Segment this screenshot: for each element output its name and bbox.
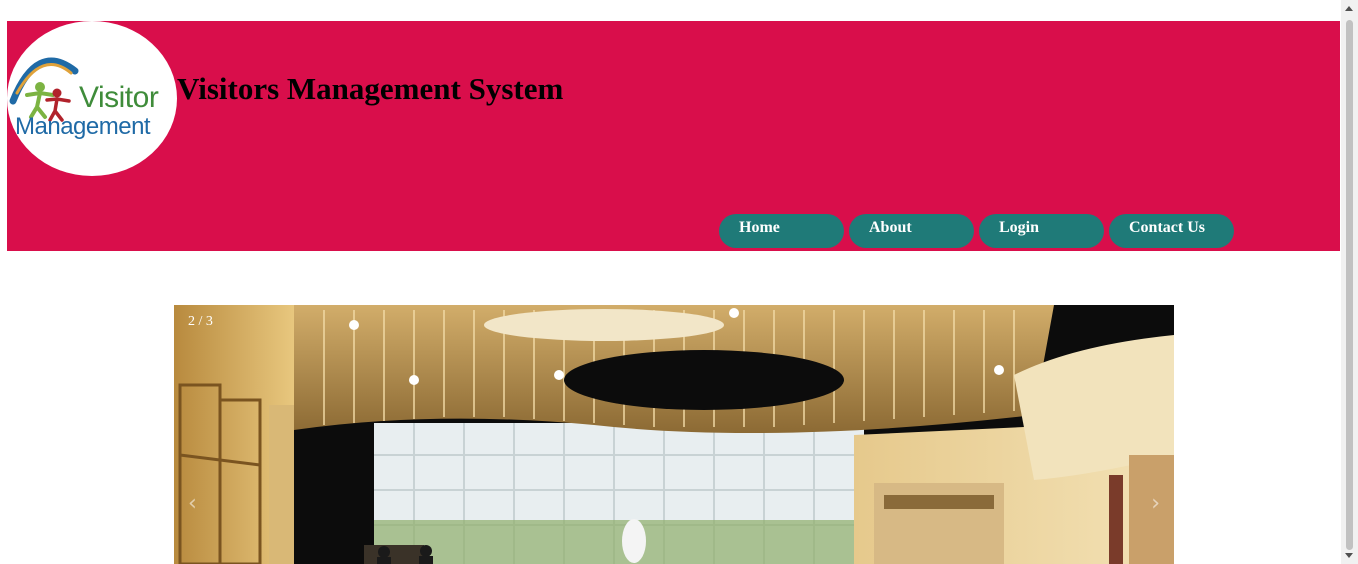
scroll-up-icon[interactable] bbox=[1345, 6, 1353, 11]
next-slide-icon[interactable]: › bbox=[1151, 491, 1160, 516]
image-slideshow: 2 / 3 ‹ › bbox=[174, 305, 1174, 564]
scroll-thumb[interactable] bbox=[1346, 20, 1353, 550]
nav-home-button[interactable]: Home bbox=[719, 214, 844, 248]
vertical-scrollbar[interactable] bbox=[1341, 0, 1358, 564]
scroll-down-icon[interactable] bbox=[1345, 553, 1353, 558]
main-nav: Home About Login Contact Us bbox=[719, 214, 1239, 248]
logo-text-management: Management bbox=[15, 113, 151, 140]
nav-login-button[interactable]: Login bbox=[979, 214, 1104, 248]
site-header: Visitor Management Visitors Management S… bbox=[7, 21, 1340, 251]
logo-text-visitor: Visitor bbox=[79, 81, 159, 114]
visitor-management-logo[interactable]: Visitor Management bbox=[7, 21, 177, 176]
nav-about-button[interactable]: About bbox=[849, 214, 974, 248]
prev-slide-icon[interactable]: ‹ bbox=[188, 491, 197, 516]
nav-contact-button[interactable]: Contact Us bbox=[1109, 214, 1234, 248]
site-title: Visitors Management System bbox=[177, 71, 564, 106]
lobby-atrium-photo bbox=[174, 305, 1174, 564]
slide-counter: 2 / 3 bbox=[188, 314, 213, 329]
